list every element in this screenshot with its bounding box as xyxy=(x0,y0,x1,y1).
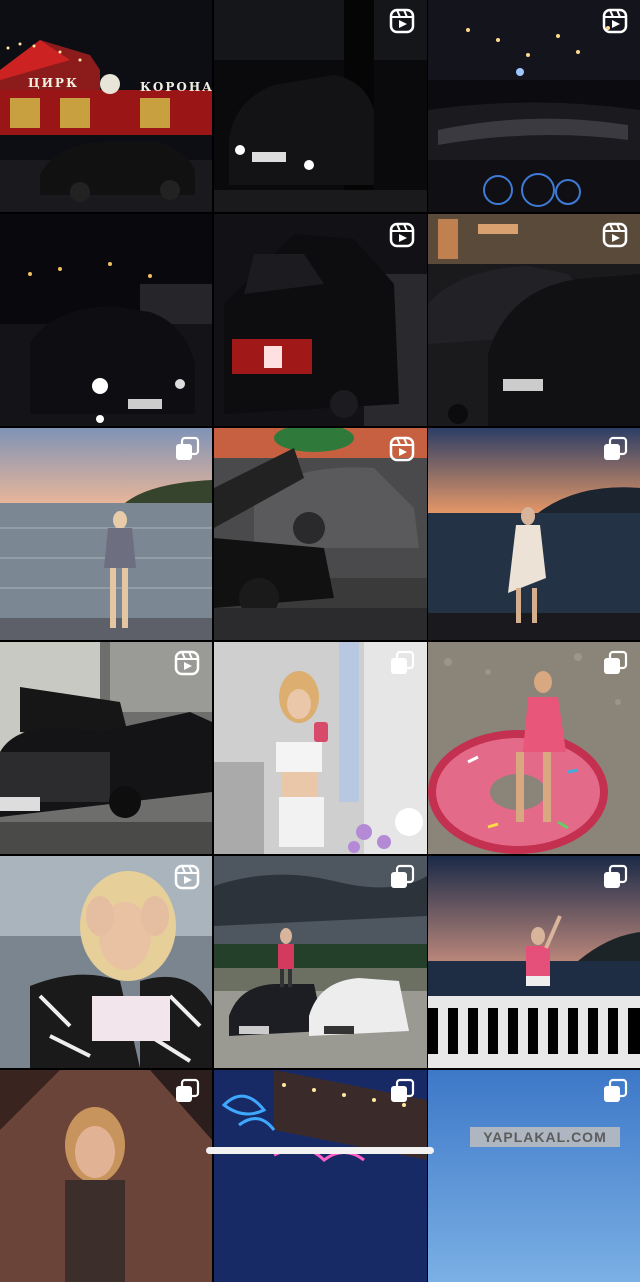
post-thumbnail[interactable] xyxy=(428,1070,640,1282)
carousel-icon xyxy=(602,864,628,890)
home-indicator[interactable] xyxy=(206,1147,434,1154)
carousel-icon xyxy=(602,650,628,676)
reel-icon xyxy=(602,8,628,34)
carousel-icon xyxy=(602,436,628,462)
post-thumbnail[interactable] xyxy=(0,428,212,640)
post-thumbnail[interactable] xyxy=(213,1070,427,1282)
carousel-icon xyxy=(602,1078,628,1104)
post-thumbnail[interactable] xyxy=(213,642,427,854)
reel-icon xyxy=(389,222,415,248)
post-thumbnail[interactable]: ЦИРК КОРОНА xyxy=(0,0,212,212)
post-image xyxy=(0,214,212,426)
reel-icon xyxy=(389,8,415,34)
post-thumbnail[interactable] xyxy=(0,1070,212,1282)
post-thumbnail[interactable] xyxy=(213,856,427,1068)
post-image xyxy=(0,0,212,212)
post-thumbnail[interactable] xyxy=(428,642,640,854)
post-thumbnail[interactable] xyxy=(428,0,640,212)
carousel-icon xyxy=(389,650,415,676)
sign-text-right: КОРОНА xyxy=(140,80,212,94)
post-thumbnail[interactable] xyxy=(428,214,640,426)
watermark: YAPLAKAL.COM xyxy=(470,1127,620,1147)
reel-icon xyxy=(174,864,200,890)
reel-icon xyxy=(602,222,628,248)
reel-icon xyxy=(174,650,200,676)
post-thumbnail[interactable] xyxy=(0,642,212,854)
post-thumbnail[interactable] xyxy=(428,856,640,1068)
post-thumbnail[interactable] xyxy=(213,428,427,640)
carousel-icon xyxy=(174,1078,200,1104)
carousel-icon xyxy=(174,436,200,462)
carousel-icon xyxy=(389,864,415,890)
post-thumbnail[interactable] xyxy=(0,856,212,1068)
reel-icon xyxy=(389,436,415,462)
sign-text-left: ЦИРК xyxy=(28,76,79,90)
post-thumbnail[interactable] xyxy=(0,214,212,426)
post-thumbnail[interactable] xyxy=(428,428,640,640)
carousel-icon xyxy=(389,1078,415,1104)
post-thumbnail[interactable] xyxy=(213,214,427,426)
post-thumbnail[interactable] xyxy=(213,0,427,212)
photo-grid: ЦИРК КОРОНА xyxy=(0,0,640,1282)
